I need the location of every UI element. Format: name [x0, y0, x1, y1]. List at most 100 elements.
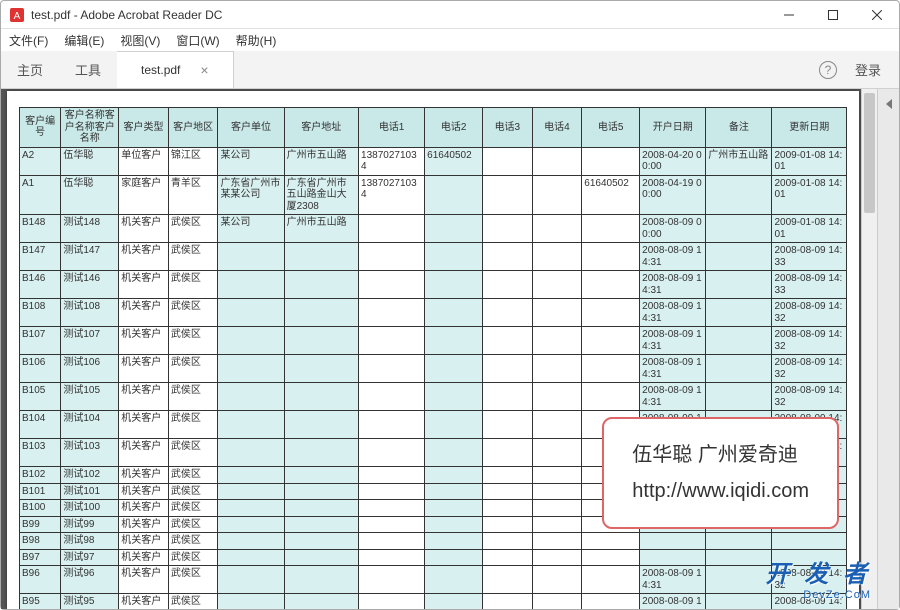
scrollbar-thumb[interactable] [864, 93, 875, 213]
side-panel[interactable] [877, 89, 899, 609]
table-cell [532, 594, 582, 610]
table-cell: B98 [20, 533, 61, 550]
table-cell [359, 411, 425, 439]
table-cell: 测试104 [61, 411, 119, 439]
menu-file[interactable]: 文件(F) [9, 32, 48, 49]
window-title: test.pdf - Adobe Acrobat Reader DC [31, 8, 767, 22]
table-cell [532, 299, 582, 327]
tab-document[interactable]: test.pdf × [117, 51, 234, 88]
table-cell [218, 439, 284, 467]
table-cell [359, 439, 425, 467]
table-cell [532, 215, 582, 243]
table-cell: B108 [20, 299, 61, 327]
pdf-page: 客户编号客户名称客户名称客户名称客户类型客户地区客户单位客户地址电话1电话2电话… [7, 91, 859, 609]
side-panel-expand-icon[interactable] [886, 99, 892, 109]
table-cell [483, 383, 533, 411]
table-cell [425, 439, 483, 467]
table-cell [582, 533, 640, 550]
window-controls [767, 1, 899, 28]
table-cell [483, 215, 533, 243]
table-cell [218, 299, 284, 327]
table-cell [359, 271, 425, 299]
table-cell: 机关客户 [119, 327, 169, 355]
document-viewport[interactable]: 客户编号客户名称客户名称客户名称客户类型客户地区客户单位客户地址电话1电话2电话… [1, 89, 861, 609]
table-cell [359, 215, 425, 243]
table-cell [425, 355, 483, 383]
tabbar: 主页 工具 test.pdf × ? 登录 [1, 51, 899, 89]
minimize-button[interactable] [767, 1, 811, 28]
vertical-scrollbar[interactable] [861, 89, 877, 609]
table-cell [218, 566, 284, 594]
table-cell: 武侯区 [168, 299, 218, 327]
table-cell: B100 [20, 500, 61, 517]
table-cell: 测试98 [61, 533, 119, 550]
table-cell: 武侯区 [168, 327, 218, 355]
table-cell [532, 411, 582, 439]
table-cell: 机关客户 [119, 355, 169, 383]
table-cell [483, 566, 533, 594]
maximize-button[interactable] [811, 1, 855, 28]
table-cell [483, 175, 533, 215]
table-cell: 武侯区 [168, 271, 218, 299]
table-cell: 测试146 [61, 271, 119, 299]
table-cell: 2008-08-09 14:32 [772, 355, 847, 383]
table-cell [284, 355, 358, 383]
table-cell [284, 516, 358, 533]
table-cell: 机关客户 [119, 215, 169, 243]
table-cell [532, 483, 582, 500]
table-cell: 广州市五山路 [706, 147, 772, 175]
table-cell [532, 549, 582, 566]
table-cell: 2008-08-09 14:31 [640, 594, 706, 610]
table-cell [359, 549, 425, 566]
table-cell: 机关客户 [119, 594, 169, 610]
table-cell [640, 533, 706, 550]
table-cell [284, 500, 358, 517]
table-cell [218, 411, 284, 439]
table-cell: 某公司 [218, 215, 284, 243]
table-cell [706, 175, 772, 215]
table-cell [483, 411, 533, 439]
close-button[interactable] [855, 1, 899, 28]
table-cell [425, 467, 483, 484]
table-cell [640, 549, 706, 566]
table-header-cell: 客户地区 [168, 108, 218, 148]
table-cell: 测试95 [61, 594, 119, 610]
table-cell: 13870271034 [359, 175, 425, 215]
table-cell: 测试99 [61, 516, 119, 533]
table-cell [425, 483, 483, 500]
table-cell: 2008-08-09 14:33 [772, 271, 847, 299]
table-cell [532, 147, 582, 175]
table-cell [532, 467, 582, 484]
table-cell [532, 355, 582, 383]
table-cell [218, 355, 284, 383]
table-cell [582, 215, 640, 243]
table-cell: 机关客户 [119, 500, 169, 517]
table-cell [425, 175, 483, 215]
menu-window[interactable]: 窗口(W) [176, 32, 219, 49]
login-button[interactable]: 登录 [855, 60, 881, 79]
table-cell [483, 271, 533, 299]
table-row: B147测试147机关客户武侯区2008-08-09 14:312008-08-… [20, 243, 847, 271]
table-cell: 伍华聪 [61, 147, 119, 175]
table-cell: 武侯区 [168, 500, 218, 517]
table-header-cell: 更新日期 [772, 108, 847, 148]
tab-tools[interactable]: 工具 [59, 51, 117, 88]
help-icon[interactable]: ? [819, 61, 837, 79]
tab-close-icon[interactable]: × [200, 62, 208, 78]
table-cell [706, 215, 772, 243]
menu-edit[interactable]: 编辑(E) [64, 32, 104, 49]
menu-view[interactable]: 视图(V) [120, 32, 160, 49]
table-cell [483, 549, 533, 566]
table-cell: B95 [20, 594, 61, 610]
table-cell [706, 355, 772, 383]
table-cell [532, 566, 582, 594]
table-row: B98测试98机关客户武侯区 [20, 533, 847, 550]
table-cell [483, 533, 533, 550]
tab-home[interactable]: 主页 [1, 51, 59, 88]
table-row: B97测试97机关客户武侯区 [20, 549, 847, 566]
menu-help[interactable]: 帮助(H) [236, 32, 277, 49]
table-cell [582, 549, 640, 566]
table-cell [582, 355, 640, 383]
table-cell [359, 355, 425, 383]
table-cell [218, 327, 284, 355]
